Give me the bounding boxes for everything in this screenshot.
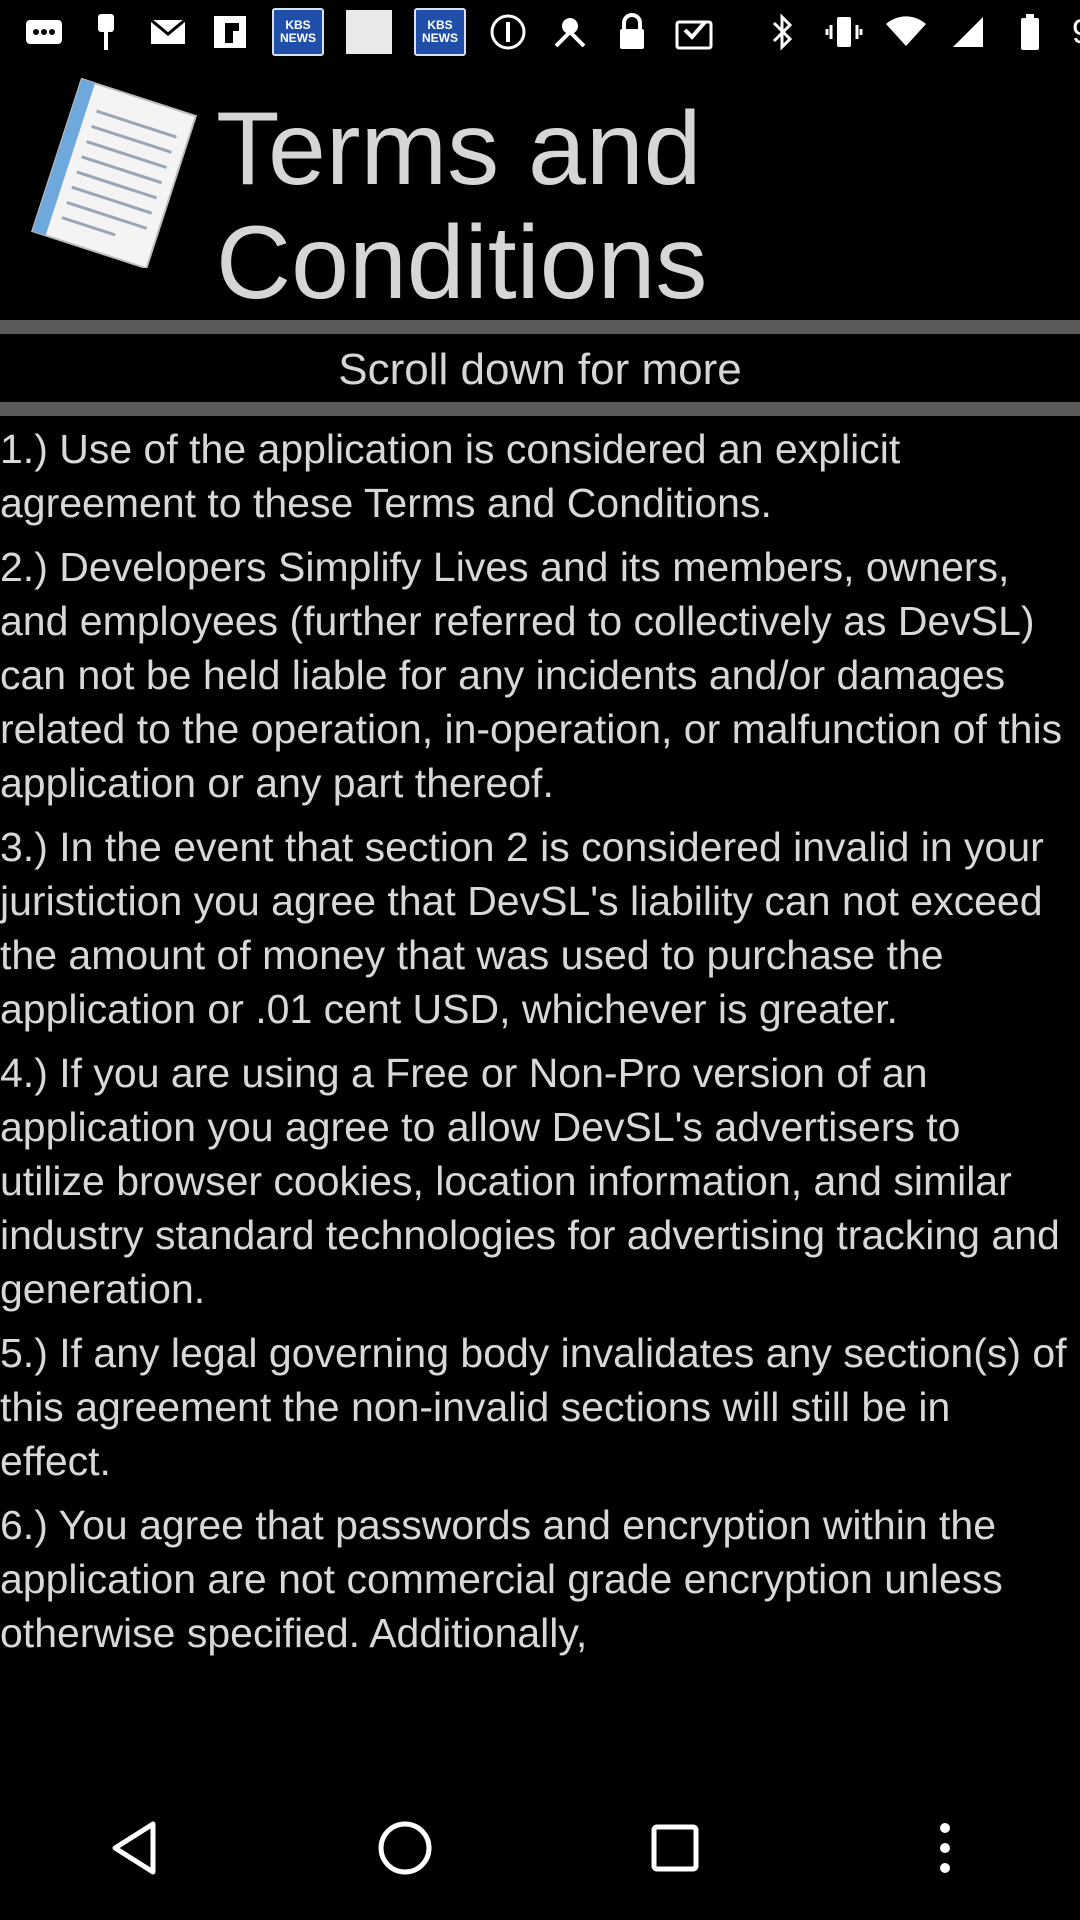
circle-app-icon — [488, 12, 528, 52]
screen: KBS NEWS KBS NEWS Terms and Conditions S… — [0, 0, 1080, 1920]
message-icon — [24, 12, 64, 52]
term-item-4: 4.) If you are using a Free or Non-Pro v… — [0, 1050, 1060, 1312]
document-icon — [31, 78, 198, 268]
term-item-1: 1.) Use of the application is considered… — [0, 426, 901, 526]
signal-icon — [948, 12, 988, 52]
divider — [0, 402, 1080, 416]
page-title: Terms and Conditions — [216, 91, 708, 321]
back-icon — [112, 1821, 156, 1875]
term-item-2: 2.) Developers Simplify Lives and its me… — [0, 544, 1063, 806]
kbs-news-icon: KBS NEWS — [414, 8, 466, 56]
flipboard-icon — [210, 12, 250, 52]
inbox-icon — [674, 12, 714, 52]
pin-icon — [86, 12, 126, 52]
term-item-6: 6.) You agree that passwords and encrypt… — [0, 1502, 1003, 1656]
status-bar: KBS NEWS KBS NEWS — [0, 0, 1080, 64]
scroll-hint: Scroll down for more — [338, 345, 742, 394]
kbs-news-icon: KBS NEWS — [272, 8, 324, 56]
home-icon — [378, 1821, 432, 1875]
status-bar-notifications: KBS NEWS KBS NEWS — [0, 8, 738, 56]
vibrate-icon — [824, 12, 864, 52]
image-icon — [346, 10, 392, 54]
recents-icon — [651, 1824, 699, 1872]
terms-scroll-area[interactable]: 1.) Use of the application is considered… — [0, 422, 1070, 1752]
overflow-menu-icon — [940, 1823, 950, 1873]
battery-icon — [1010, 12, 1050, 52]
wifi-icon — [886, 12, 926, 52]
bluetooth-icon — [762, 12, 802, 52]
mail-icon — [148, 12, 188, 52]
term-item-5: 5.) If any legal governing body invalida… — [0, 1330, 1067, 1484]
divider — [0, 320, 1080, 334]
fake-gps-icon — [550, 12, 590, 52]
overflow-menu-button[interactable] — [890, 1793, 1000, 1903]
status-bar-system: 9:29 — [738, 12, 1080, 52]
clock: 9:29 — [1072, 13, 1080, 52]
back-button[interactable] — [80, 1793, 190, 1903]
lock-icon — [612, 12, 652, 52]
home-button[interactable] — [350, 1793, 460, 1903]
term-item-3: 3.) In the event that section 2 is consi… — [0, 824, 1044, 1032]
page-header: Terms and Conditions — [0, 64, 1080, 321]
navigation-bar — [0, 1776, 1080, 1920]
recents-button[interactable] — [620, 1793, 730, 1903]
